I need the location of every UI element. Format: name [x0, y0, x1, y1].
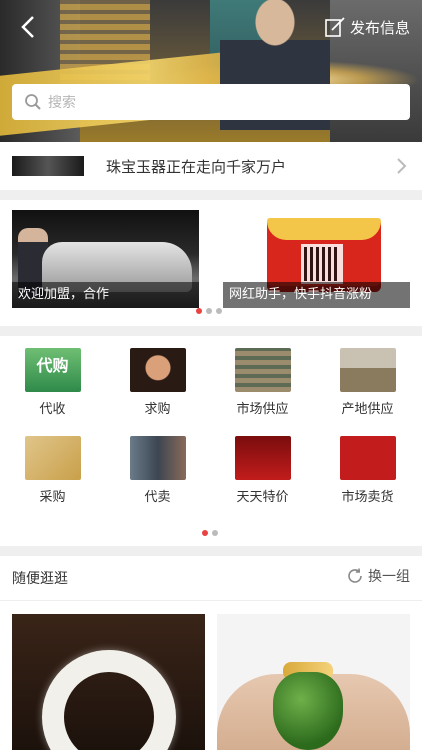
search-placeholder: 搜索 — [48, 95, 76, 111]
menu-item-label: 代卖 — [144, 490, 171, 505]
section-title: 随便逛逛 — [12, 571, 68, 587]
carousel-dot[interactable] — [216, 308, 222, 314]
publish-label: 发布信息 — [349, 18, 410, 37]
promo-carousel: 欢迎加盟，合作 网红助手，快手抖音涨粉 — [0, 200, 422, 326]
menu-page-dot[interactable] — [212, 530, 218, 536]
back-button[interactable] — [14, 12, 44, 42]
carousel-indicator — [196, 308, 222, 314]
menu-item-label: 市场卖货 — [341, 490, 394, 505]
carousel-slide-join[interactable]: 欢迎加盟，合作 — [12, 210, 199, 308]
menu-item-label: 天天特价 — [236, 490, 289, 505]
notice-thumbnail — [12, 156, 84, 176]
menu-item-label: 市场供应 — [236, 402, 289, 417]
buyer-icon — [129, 348, 186, 392]
browse-section: 随便逛逛 换一组 — [0, 556, 422, 750]
slide-caption: 欢迎加盟，合作 — [12, 282, 199, 308]
publish-button[interactable]: 发布信息 — [324, 12, 410, 42]
menu-item-label: 采购 — [39, 490, 66, 505]
procurement-icon — [24, 436, 81, 480]
menu-item-origin-supply[interactable]: 产地供应 — [315, 336, 420, 417]
menu-item-caigou[interactable]: 采购 — [0, 424, 105, 505]
edit-icon — [325, 17, 345, 37]
hero-banner: 发布信息 搜索 — [0, 0, 422, 142]
search-input[interactable]: 搜索 — [12, 84, 410, 120]
notice-bar[interactable]: 珠宝玉器正在走向千家万户 — [0, 142, 422, 190]
menu-item-market-sell[interactable]: 市场卖货 — [315, 424, 420, 505]
carousel-slide-helper[interactable]: 网红助手，快手抖音涨粉 — [223, 210, 410, 308]
refresh-button[interactable]: 换一组 — [346, 566, 410, 586]
menu-item-qiugou[interactable]: 求购 — [105, 336, 210, 417]
qr-code-icon — [301, 244, 343, 284]
market-icon — [234, 348, 291, 392]
menu-item-label: 产地供应 — [341, 402, 394, 417]
chevron-left-icon — [21, 16, 34, 38]
daigou-icon: 代购 — [24, 348, 81, 392]
menu-item-market-supply[interactable]: 市场供应 — [210, 336, 315, 417]
jade-pendant-image — [273, 672, 343, 750]
category-menu: 代购 代收 求购 市场供应 产地供应 采购 代卖 天天特价 市场卖货 — [0, 336, 422, 546]
carousel-dot[interactable] — [206, 308, 212, 314]
divider — [0, 600, 422, 601]
consignment-icon — [129, 436, 186, 480]
search-icon — [25, 94, 41, 110]
carousel-dot[interactable] — [196, 308, 202, 314]
notice-text: 珠宝玉器正在走向千家万户 — [106, 158, 287, 176]
refresh-icon — [348, 568, 362, 583]
daily-deal-icon — [234, 436, 291, 480]
menu-item-label: 代收 — [39, 402, 66, 417]
jade-bangle-image — [42, 650, 176, 750]
menu-item-daishou[interactable]: 代购 代收 — [0, 336, 105, 417]
menu-page-indicator — [202, 530, 218, 536]
product-card[interactable] — [217, 614, 410, 750]
product-card[interactable] — [12, 614, 205, 750]
chevron-right-icon — [397, 158, 407, 174]
origin-icon — [339, 348, 396, 392]
slide-caption: 网红助手，快手抖音涨粉 — [223, 282, 410, 308]
menu-page-dot[interactable] — [202, 530, 208, 536]
menu-item-daily-deal[interactable]: 天天特价 — [210, 424, 315, 505]
envelope-flap — [267, 218, 381, 240]
market-sell-icon — [339, 436, 396, 480]
refresh-label: 换一组 — [368, 569, 410, 585]
menu-item-label: 求购 — [144, 402, 171, 417]
menu-item-daimai[interactable]: 代卖 — [105, 424, 210, 505]
